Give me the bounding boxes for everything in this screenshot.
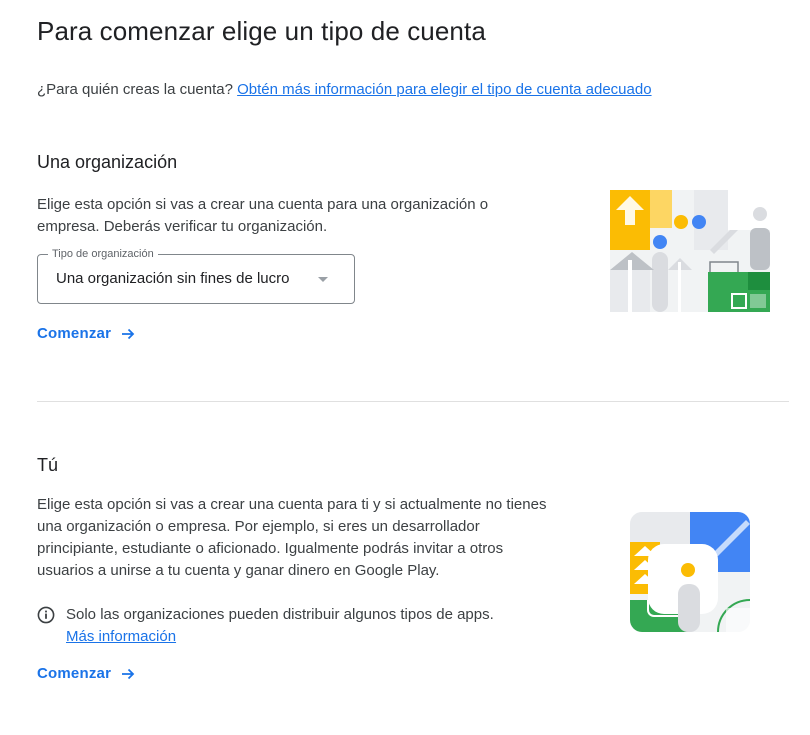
organization-type-label: Tipo de organización: [48, 246, 158, 262]
section-divider: [37, 401, 789, 402]
info-notice: Solo las organizaciones pueden distribui…: [37, 604, 494, 648]
individual-description-line: Elige esta opción si vas a crear una cue…: [37, 496, 547, 513]
learn-more-link[interactable]: Obtén más información para elegir el tip…: [237, 81, 651, 98]
organization-description: Elige esta opción si vas a crear una cue…: [37, 194, 488, 238]
individual-illustration: [630, 512, 750, 637]
info-icon: [37, 606, 55, 624]
individual-description-line: usuarios a unirse a tu cuenta y ganar di…: [37, 562, 440, 579]
organization-type-value: Una organización sin fines de lucro: [56, 270, 290, 287]
dropdown-caret-icon: [318, 277, 328, 282]
more-info-link[interactable]: Más información: [66, 628, 176, 645]
organization-type-select[interactable]: Tipo de organización Una organización si…: [37, 246, 355, 304]
arrow-right-icon: [121, 328, 135, 340]
arrow-right-icon: [121, 668, 135, 680]
organization-title: Una organización: [37, 152, 178, 172]
organization-description-line: empresa. Deberás verificar tu organizaci…: [37, 218, 328, 235]
individual-description-line: una organización o empresa. Por ejemplo,…: [37, 518, 480, 535]
info-text: Solo las organizaciones pueden distribui…: [66, 606, 494, 623]
start-label: Comenzar: [37, 325, 112, 342]
intro-text: ¿Para quién creas la cuenta? Obtén más i…: [37, 81, 652, 98]
individual-description-line: principiante, estudiante o aficionado. I…: [37, 540, 504, 557]
intro-question: ¿Para quién creas la cuenta?: [37, 81, 233, 98]
info-content: Solo las organizaciones pueden distribui…: [66, 604, 494, 648]
individual-description: Elige esta opción si vas a crear una cue…: [37, 494, 546, 582]
individual-start-button[interactable]: Comenzar: [37, 665, 135, 682]
organization-illustration: [610, 190, 770, 317]
organization-description-line: Elige esta opción si vas a crear una cue…: [37, 196, 489, 213]
start-label: Comenzar: [37, 665, 112, 682]
individual-title: Tú: [37, 455, 59, 475]
organization-start-button[interactable]: Comenzar: [37, 325, 135, 342]
page-title: Para comenzar elige un tipo de cuenta: [37, 16, 486, 46]
